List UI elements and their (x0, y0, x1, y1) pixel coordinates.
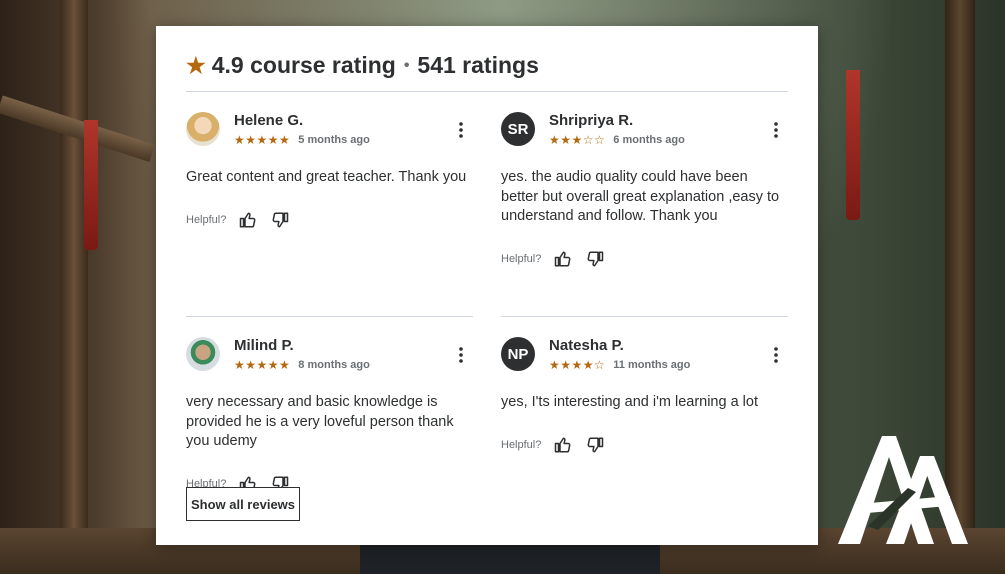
reviewer-meta: Helene G. ★★★★★ 5 months ago (234, 112, 449, 147)
rating-line: ★★★☆☆ 6 months ago (549, 133, 764, 147)
reviewer-meta: Natesha P. ★★★★☆ 11 months ago (549, 337, 764, 372)
reviewer-header: Helene G. ★★★★★ 5 months ago (186, 112, 473, 148)
avatar (186, 112, 220, 146)
helpful-label: Helpful? (186, 213, 227, 226)
reviewer-meta: Shripriya R. ★★★☆☆ 6 months ago (549, 112, 764, 147)
avatar (186, 337, 220, 371)
thumbs-down-icon (587, 437, 604, 452)
review-time: 6 months ago (613, 134, 685, 146)
star-rating: ★★★★★ (234, 358, 290, 372)
thumbs-up-button[interactable] (234, 208, 262, 232)
review-card: SR Shripriya R. ★★★☆☆ 6 months ago yes. … (501, 112, 788, 316)
more-vertical-icon (774, 122, 778, 138)
rating-line: ★★★★★ 5 months ago (234, 133, 449, 147)
stars-filled: ★★★★★ (234, 133, 291, 147)
reviewer-name: Natesha P. (549, 337, 624, 354)
star-rating: ★★★★☆ (549, 358, 605, 372)
reviewer-name: Helene G. (234, 112, 304, 129)
rating-summary: ★ 4.9 course rating • 541 ratings (186, 40, 788, 92)
brand-logo-icon (838, 436, 968, 544)
stars-filled: ★★★★★ (234, 358, 291, 372)
reviewer-name: Milind P. (234, 337, 294, 354)
helpful-row: Helpful? (186, 208, 473, 232)
ratings-count: 541 ratings (417, 52, 539, 78)
stars-empty: ☆☆ (582, 133, 606, 147)
background-post-left (60, 0, 88, 574)
reviewer-name: Shripriya R. (549, 112, 634, 129)
reviews-card: ★ 4.9 course rating • 541 ratings Helene… (156, 26, 818, 545)
review-card: Milind P. ★★★★★ 8 months ago very necess… (186, 316, 473, 512)
rating-line: ★★★★☆ 11 months ago (549, 358, 764, 372)
thumbs-up-icon (240, 212, 256, 227)
course-rating: 4.9 course rating (211, 52, 396, 78)
review-time: 5 months ago (298, 134, 370, 146)
more-options-button[interactable] (449, 118, 473, 142)
thumbs-up-icon (555, 437, 571, 452)
star-icon: ★ (186, 52, 206, 78)
review-card: NP Natesha P. ★★★★☆ 11 months ago yes, I… (501, 316, 788, 512)
stars-filled: ★★★★ (549, 358, 595, 372)
thumbs-up-button[interactable] (549, 433, 577, 457)
more-options-button[interactable] (764, 343, 788, 367)
stars-filled: ★★★ (549, 133, 583, 147)
reviewer-header: SR Shripriya R. ★★★☆☆ 6 months ago (501, 112, 788, 148)
more-options-button[interactable] (449, 343, 473, 367)
avatar: NP (501, 337, 535, 371)
star-rating: ★★★☆☆ (549, 133, 605, 147)
review-text: yes. the audio quality could have been b… (501, 169, 780, 224)
helpful-row: Helpful? (501, 247, 788, 271)
rating-line: ★★★★★ 8 months ago (234, 358, 449, 372)
review-card: Helene G. ★★★★★ 5 months ago Great conte… (186, 112, 473, 316)
review-time: 8 months ago (298, 359, 370, 371)
separator-dot: • (403, 56, 410, 74)
review-time: 11 months ago (613, 359, 691, 371)
background-tassel-left (84, 120, 98, 250)
helpful-row: Helpful? (501, 433, 788, 457)
thumbs-up-icon (555, 251, 571, 266)
more-vertical-icon (459, 347, 463, 363)
review-text: Great content and great teacher. Thank y… (186, 169, 467, 185)
thumbs-down-icon (272, 212, 289, 227)
reviewer-header: NP Natesha P. ★★★★☆ 11 months ago (501, 337, 788, 373)
thumbs-down-button[interactable] (581, 247, 609, 271)
more-vertical-icon (774, 347, 778, 363)
thumbs-down-button[interactable] (581, 433, 609, 457)
thumbs-down-icon (587, 251, 604, 266)
reviewer-meta: Milind P. ★★★★★ 8 months ago (234, 337, 449, 372)
helpful-label: Helpful? (501, 252, 542, 265)
reviews-grid: Helene G. ★★★★★ 5 months ago Great conte… (186, 112, 788, 512)
stars-empty: ☆ (594, 358, 606, 372)
show-all-reviews-button[interactable]: Show all reviews (186, 487, 300, 521)
star-rating: ★★★★★ (234, 133, 290, 147)
review-text: very necessary and basic knowledge is pr… (186, 394, 454, 449)
review-text: yes, I'ts interesting and i'm learning a… (501, 394, 758, 410)
more-options-button[interactable] (764, 118, 788, 142)
helpful-label: Helpful? (501, 438, 542, 451)
thumbs-up-button[interactable] (549, 247, 577, 271)
reviewer-header: Milind P. ★★★★★ 8 months ago (186, 337, 473, 373)
thumbs-down-button[interactable] (266, 208, 294, 232)
more-vertical-icon (459, 122, 463, 138)
avatar: SR (501, 112, 535, 146)
background-tassel-right (846, 70, 860, 220)
